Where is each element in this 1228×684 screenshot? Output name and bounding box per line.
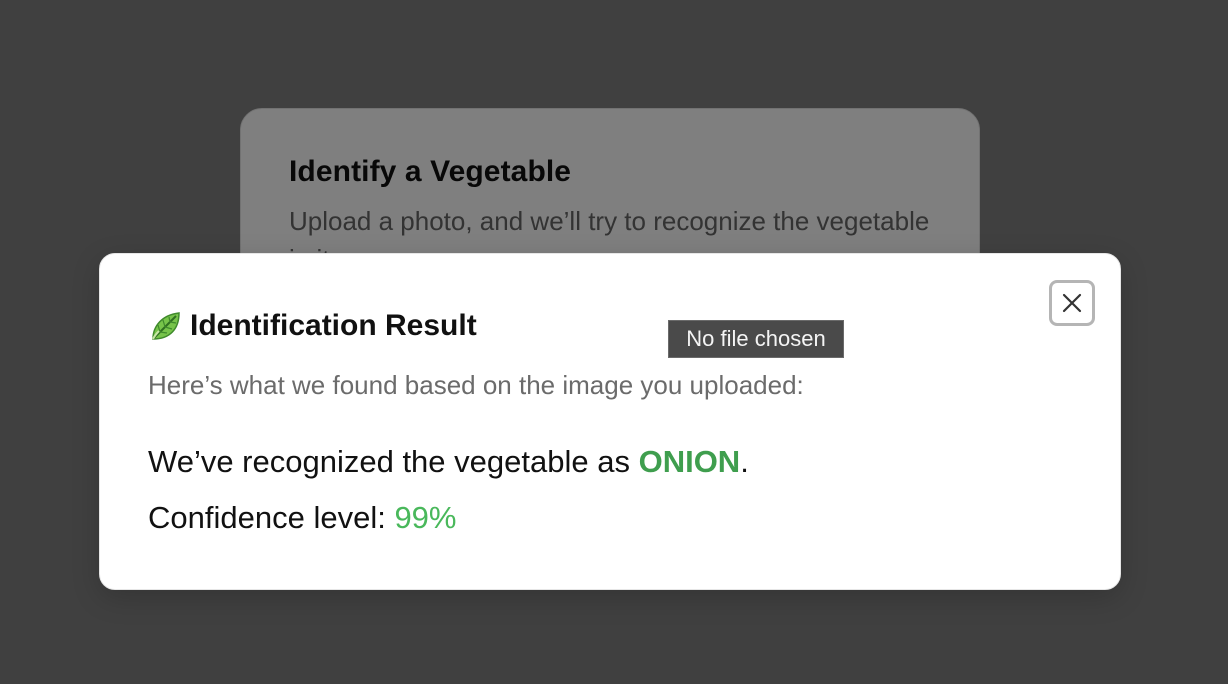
leafy-green-icon — [148, 308, 184, 344]
result-suffix: . — [740, 444, 749, 479]
close-icon — [1061, 292, 1083, 314]
identification-result: We’ve recognized the vegetable as ONION. — [148, 444, 749, 480]
result-prefix: We’ve recognized the vegetable as — [148, 444, 639, 479]
confidence-level: Confidence level: 99% — [148, 500, 456, 536]
modal-title: Identification Result — [190, 309, 477, 342]
modal-subtitle: Here’s what we found based on the image … — [148, 370, 804, 400]
vegetable-name: ONION — [638, 444, 741, 479]
close-button[interactable] — [1049, 280, 1095, 326]
modal-header: Identification Result — [148, 308, 477, 344]
identification-result-modal: Identification Result Here’s what we fou… — [99, 253, 1121, 590]
confidence-value: 99% — [394, 500, 457, 535]
confidence-label: Confidence level: — [148, 500, 395, 535]
file-input-tooltip: No file chosen — [668, 320, 844, 358]
